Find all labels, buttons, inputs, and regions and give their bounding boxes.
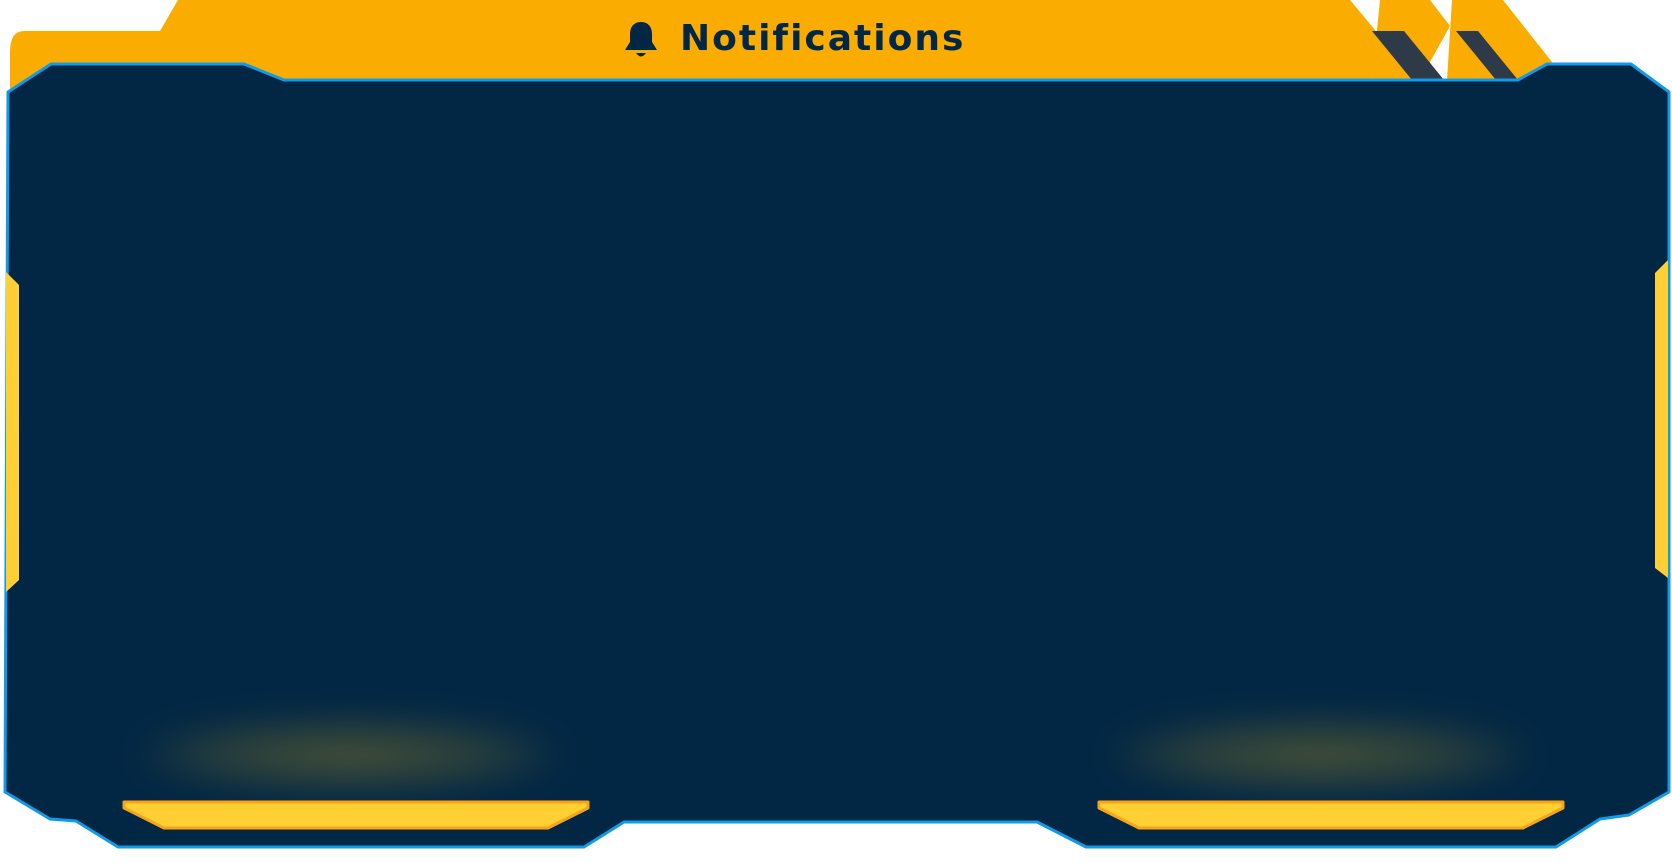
bell-icon	[625, 22, 657, 57]
bottom-right-button[interactable]	[1097, 800, 1567, 832]
bottom-left-button-shape	[122, 800, 590, 830]
page-title: Notifications	[680, 18, 966, 59]
left-side-accent	[6, 272, 19, 592]
notifications-screen: Notifications	[0, 0, 1672, 864]
bottom-right-button-shape	[1097, 800, 1565, 830]
header-title-group: Notifications	[620, 10, 965, 68]
bottom-left-button[interactable]	[122, 800, 592, 832]
notifications-list	[30, 100, 1640, 780]
right-side-accent	[1655, 260, 1668, 578]
